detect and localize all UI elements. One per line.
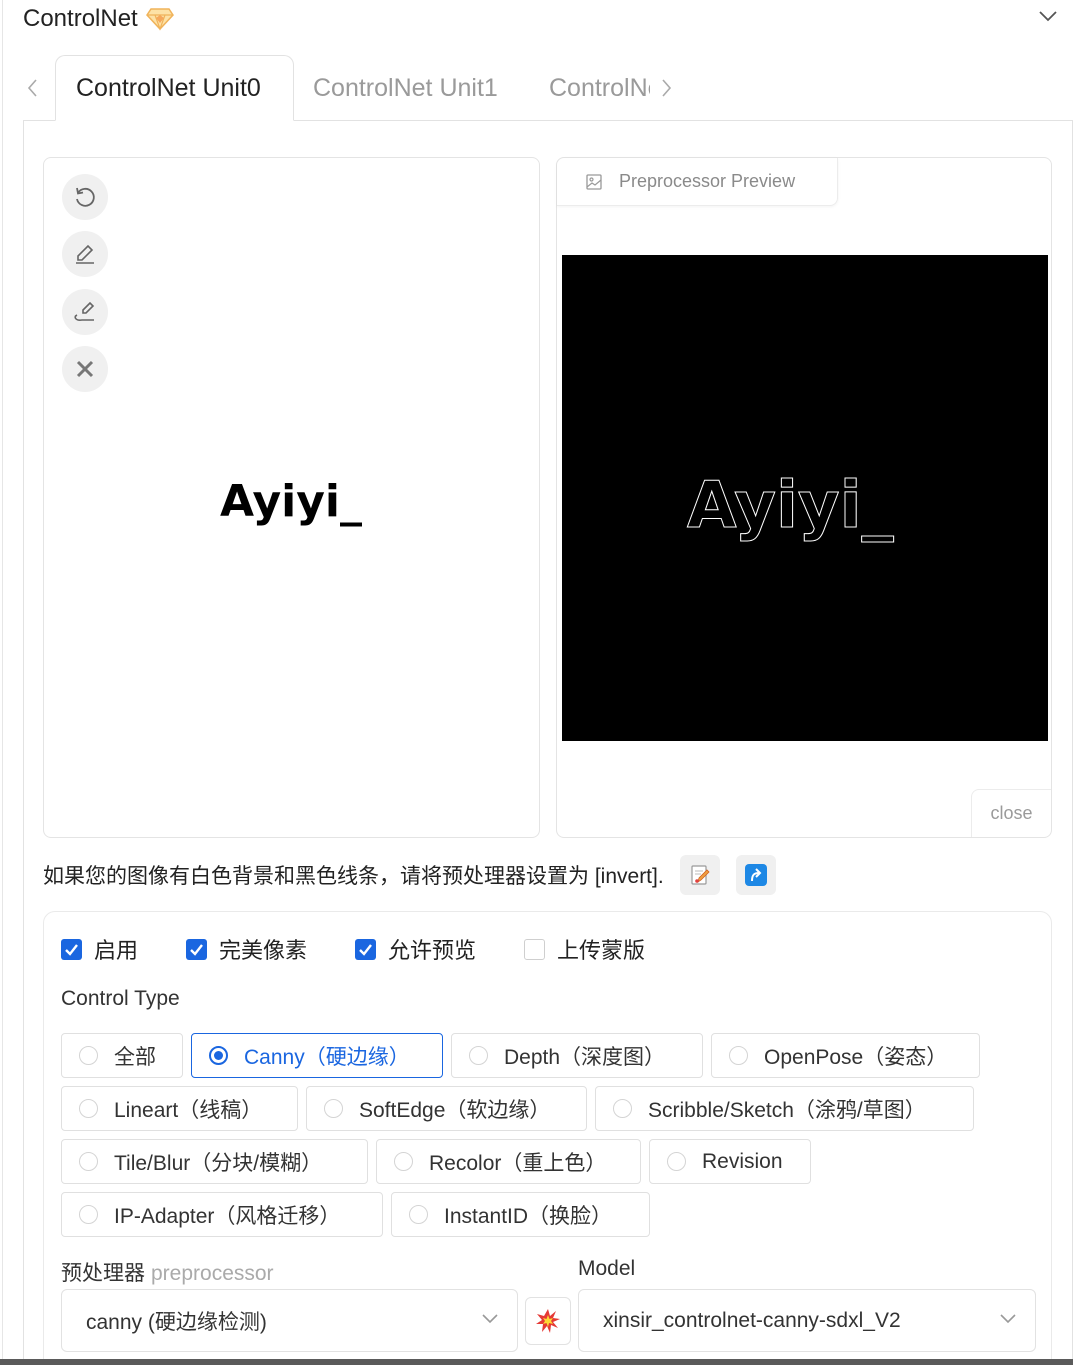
- edit-icon: [76, 244, 94, 264]
- send-icon: [744, 864, 767, 886]
- preprocessor-preview: Preprocessor Preview Ayiyi_ close: [556, 157, 1052, 838]
- burst-icon: [536, 1309, 560, 1333]
- preview-label: Preprocessor Preview: [557, 158, 838, 206]
- checkbox-checked-icon: [186, 938, 208, 960]
- control-type-option[interactable]: Scribble/Sketch（涂鸦/草图）: [595, 1086, 974, 1131]
- close-button[interactable]: close: [971, 789, 1051, 837]
- preview-edge-text: Ayiyi_: [687, 469, 894, 543]
- enable-checkbox[interactable]: 启用: [61, 933, 138, 965]
- control-type-option[interactable]: 全部: [61, 1033, 183, 1078]
- accordion-header[interactable]: ControlNet: [23, 4, 174, 34]
- chevron-down-icon: [482, 1314, 498, 1324]
- gem-icon: [145, 7, 174, 31]
- checkbox-label: 上传蒙版: [557, 938, 646, 963]
- control-type-option[interactable]: Tile/Blur（分块/模糊）: [61, 1139, 368, 1184]
- run-preprocessor-button[interactable]: [525, 1297, 571, 1345]
- option-label: IP-Adapter（风格迁移）: [114, 1204, 341, 1228]
- brush-button[interactable]: [62, 231, 108, 277]
- tab-unit1[interactable]: ControlNet Unit1: [293, 55, 529, 121]
- pixel-perfect-checkbox[interactable]: 完美像素: [186, 933, 307, 965]
- model-value: xinsir_controlnet-canny-sdxl_V2: [603, 1308, 901, 1332]
- control-type-option[interactable]: Depth（深度图）: [451, 1033, 703, 1078]
- tab-unit0[interactable]: ControlNet Unit0: [55, 55, 294, 121]
- option-label: Canny（硬边缘）: [244, 1045, 410, 1069]
- tab-label: ControlNet Unit2: [549, 73, 650, 102]
- control-type-option[interactable]: SoftEdge（软边缘）: [306, 1086, 587, 1131]
- control-type-option[interactable]: InstantID（换脸）: [391, 1192, 650, 1237]
- checkbox-label: 启用: [94, 938, 139, 963]
- tab-unit2[interactable]: ControlNet Unit2: [529, 55, 650, 121]
- clear-icon: [76, 360, 94, 378]
- model-label: Model: [578, 1257, 636, 1280]
- control-type-option[interactable]: IP-Adapter（风格迁移）: [61, 1192, 383, 1237]
- image-icon: [586, 173, 602, 190]
- hint-text: 如果您的图像有白色背景和黑色线条，请将预处理器设置为 [invert].: [43, 865, 664, 888]
- preprocessor-value: canny (硬边缘检测): [86, 1310, 267, 1334]
- tab-scroll-right-icon[interactable]: [656, 77, 676, 99]
- undo-button[interactable]: [62, 174, 108, 220]
- option-label: Lineart（线稿）: [114, 1098, 263, 1122]
- window-bottom-edge: [0, 1359, 1073, 1365]
- upload-mask-checkbox[interactable]: 上传蒙版: [524, 933, 645, 965]
- tab-scroll-left-icon[interactable]: [23, 77, 43, 99]
- control-type-option[interactable]: OpenPose（姿态）: [711, 1033, 980, 1078]
- control-type-label: Control Type: [61, 987, 180, 1010]
- option-label: Scribble/Sketch（涂鸦/草图）: [648, 1098, 926, 1122]
- allow-preview-checkbox[interactable]: 允许预览: [355, 933, 476, 965]
- option-label: Revision: [702, 1149, 783, 1173]
- unit-settings: 启用 完美像素 允许预览 上传蒙版 Control Type 全部 Canny（…: [43, 911, 1052, 1365]
- chevron-down-icon: [1000, 1314, 1016, 1324]
- preprocessor-label-text: 预处理器: [61, 1262, 145, 1285]
- option-label: InstantID（换脸）: [444, 1204, 613, 1228]
- preprocessor-label: 预处理器 preprocessor: [61, 1257, 274, 1287]
- sign-icon: [74, 301, 95, 321]
- undo-icon: [76, 187, 95, 207]
- checkbox-checked-icon: [355, 938, 377, 960]
- control-type-option[interactable]: Lineart（线稿）: [61, 1086, 298, 1131]
- option-label: OpenPose（姿态）: [764, 1045, 948, 1069]
- control-type-option-selected[interactable]: Canny（硬边缘）: [191, 1033, 443, 1078]
- source-image-text: Ayiyi_: [220, 476, 363, 527]
- checkbox-checked-icon: [61, 938, 82, 960]
- model-dropdown[interactable]: xinsir_controlnet-canny-sdxl_V2: [578, 1289, 1036, 1352]
- checkbox-label: 允许预览: [388, 938, 477, 963]
- option-label: SoftEdge（软边缘）: [359, 1098, 551, 1122]
- mask-button[interactable]: [62, 289, 108, 335]
- section-title: ControlNet: [23, 5, 138, 32]
- control-type-option[interactable]: Revision: [649, 1139, 811, 1184]
- option-label: Recolor（重上色）: [429, 1151, 607, 1175]
- option-label: Depth（深度图）: [504, 1045, 666, 1069]
- preprocessor-dropdown[interactable]: canny (硬边缘检测): [61, 1289, 518, 1352]
- edit-document-icon: [691, 865, 710, 885]
- image-upload-canvas[interactable]: Ayiyi_: [43, 157, 540, 838]
- tab-label: ControlNet Unit0: [76, 73, 261, 102]
- preview-image: Ayiyi_: [562, 255, 1048, 741]
- option-label: Tile/Blur（分块/模糊）: [114, 1151, 323, 1175]
- chevron-down-icon[interactable]: [1037, 8, 1059, 24]
- checkbox-unchecked-icon: [524, 938, 546, 960]
- clear-button[interactable]: [62, 346, 108, 392]
- option-checkboxes: 启用 完美像素 允许预览 上传蒙版: [61, 934, 693, 964]
- checkbox-label: 完美像素: [219, 938, 308, 963]
- page-left-rule: [2, 0, 3, 1365]
- preview-label-text: Preprocessor Preview: [619, 171, 796, 191]
- invert-hint: 如果您的图像有白色背景和黑色线条，请将预处理器设置为 [invert].: [43, 852, 776, 898]
- edit-document-button[interactable]: [679, 855, 720, 895]
- unit-tabs: ControlNet Unit0 ControlNet Unit1 Contro…: [23, 55, 1073, 121]
- send-button[interactable]: [735, 855, 776, 895]
- preprocessor-sublabel: preprocessor: [151, 1262, 274, 1285]
- control-type-option[interactable]: Recolor（重上色）: [376, 1139, 641, 1184]
- option-label: 全部: [114, 1045, 156, 1069]
- tab-label: ControlNet Unit1: [313, 73, 498, 102]
